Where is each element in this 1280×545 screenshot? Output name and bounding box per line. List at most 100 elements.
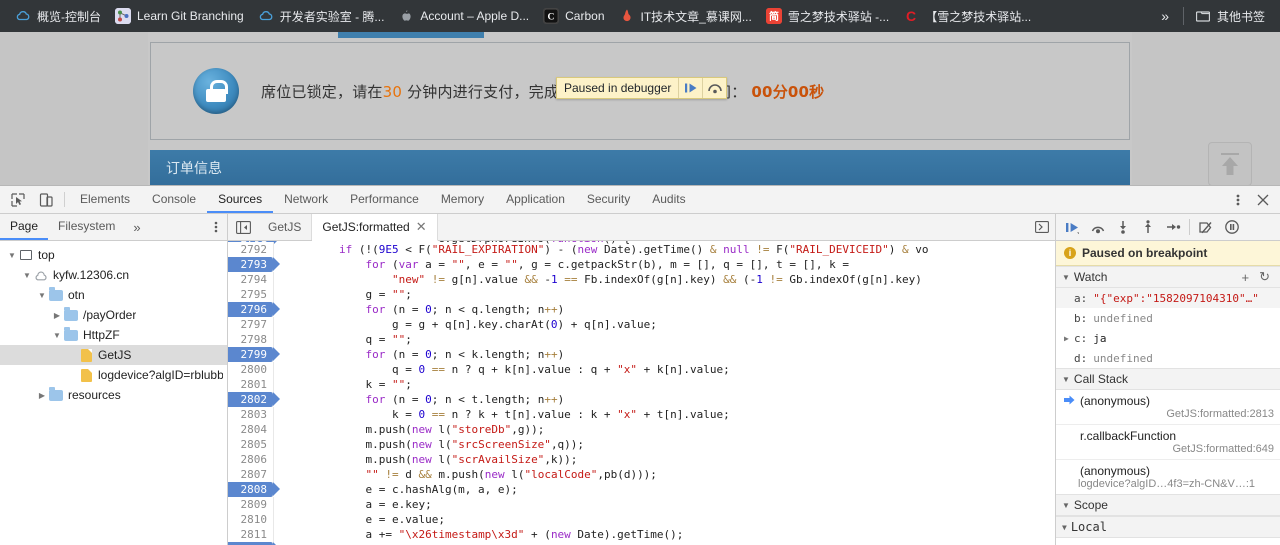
source-tab-getjs-formatted[interactable]: GetJS:formatted ✕: [312, 214, 438, 241]
watch-item[interactable]: ▶ c: ja: [1056, 328, 1280, 348]
current-frame-arrow-icon: [1064, 395, 1075, 408]
devtools-close-icon[interactable]: [1250, 194, 1276, 206]
step-over-next-function-icon[interactable]: [1085, 216, 1110, 238]
call-stack-frame[interactable]: (anonymous) logdevice?algID…4f3=zh-CN&V…:…: [1056, 459, 1280, 494]
tree-item[interactable]: GetJS: [0, 345, 227, 365]
tree-item[interactable]: ▼ HttpZF: [0, 325, 227, 345]
bookmark-item[interactable]: Learn Git Branching: [108, 5, 251, 27]
bookmark-label: Carbon: [565, 9, 605, 23]
bookmark-item[interactable]: C Carbon: [536, 5, 611, 27]
line-number[interactable]: 2811: [228, 527, 274, 542]
breakpoint-line-number[interactable]: 2799: [228, 347, 280, 362]
refresh-watch-button[interactable]: ↻: [1259, 269, 1270, 285]
step-into-next-function-icon[interactable]: [1110, 216, 1135, 238]
toggle-device-toolbar-icon[interactable]: [32, 186, 60, 213]
line-number[interactable]: 2800: [228, 362, 274, 377]
devtools-tab-performance[interactable]: Performance: [339, 186, 430, 213]
watch-section-header[interactable]: ▼ Watch + ↻: [1056, 266, 1280, 288]
step-out-of-function-icon[interactable]: [1135, 216, 1160, 238]
bookmark-item[interactable]: 概览-控制台: [8, 5, 108, 28]
devtools-tab-label: Elements: [80, 191, 131, 206]
bookmark-overflow-button[interactable]: »: [1151, 5, 1179, 27]
bookmark-item[interactable]: C 【雪之梦技术驿站...: [896, 5, 1038, 28]
tree-item[interactable]: ▶ /payOrder: [0, 305, 227, 325]
add-watch-expression-button[interactable]: +: [1242, 270, 1250, 285]
tab-filesystem[interactable]: Filesystem: [48, 214, 125, 240]
tree-item[interactable]: ▼ otn: [0, 285, 227, 305]
line-number[interactable]: 2798: [228, 332, 274, 347]
tree-item[interactable]: ▼ top: [0, 245, 227, 265]
devtools-tab-console[interactable]: Console: [141, 186, 207, 213]
call-stack-list: (anonymous) GetJS:formatted:2813 r.callbac…: [1056, 390, 1280, 494]
tree-item[interactable]: ▶ resources: [0, 385, 227, 405]
breakpoint-line-number[interactable]: 2793: [228, 257, 280, 272]
deactivate-breakpoints-icon[interactable]: [1194, 216, 1219, 238]
watch-item[interactable]: a: "{"exp":"1582097104310"…": [1056, 288, 1280, 308]
scroll-to-top-button[interactable]: [1208, 142, 1252, 185]
code-editor[interactable]: 2791c.getDrpnoreInfo(function() {2792 if…: [228, 241, 1055, 545]
call-stack-frame-name: (anonymous): [1080, 464, 1151, 478]
tree-item-label: HttpZF: [83, 328, 120, 342]
chevron-down-icon[interactable]: ▼: [6, 251, 18, 260]
line-number[interactable]: 2809: [228, 497, 274, 512]
chevron-right-icon[interactable]: ▶: [36, 391, 48, 400]
scope-section-header[interactable]: ▼ Scope: [1056, 494, 1280, 516]
show-navigator-icon[interactable]: [228, 214, 258, 240]
devtools-tab-network[interactable]: Network: [273, 186, 339, 213]
bookmark-item[interactable]: IT技术文章_慕课网...: [612, 5, 759, 28]
chevron-down-icon[interactable]: ▼: [21, 271, 33, 280]
line-number[interactable]: 2804: [228, 422, 274, 437]
source-tab-getjs[interactable]: GetJS: [258, 214, 313, 240]
devtools-more-options-icon[interactable]: [1226, 193, 1250, 207]
local-scope-header[interactable]: ▼ Local: [1056, 516, 1280, 538]
source-tabbar-overflow-icon[interactable]: [1029, 214, 1055, 240]
line-number[interactable]: 2792: [228, 242, 274, 257]
tree-item[interactable]: ▼ kyfw.12306.cn: [0, 265, 227, 285]
chevron-right-icon[interactable]: ▶: [51, 311, 63, 320]
page-tab-strip: [338, 32, 484, 38]
other-bookmarks-button[interactable]: 其他书签: [1188, 5, 1272, 28]
line-number[interactable]: 2794: [228, 272, 274, 287]
line-number[interactable]: 2803: [228, 407, 274, 422]
line-number[interactable]: 2810: [228, 512, 274, 527]
breakpoint-line-number[interactable]: 2802: [228, 392, 280, 407]
line-number[interactable]: 2795: [228, 287, 274, 302]
overlay-step-over-button[interactable]: [702, 78, 726, 98]
chevron-down-icon[interactable]: ▼: [51, 331, 63, 340]
devtools-tab-application[interactable]: Application: [495, 186, 576, 213]
breakpoint-line-number[interactable]: 2796: [228, 302, 280, 317]
devtools-tab-sources[interactable]: Sources: [207, 186, 274, 213]
resume-script-execution-icon[interactable]: [1060, 216, 1085, 238]
tab-page[interactable]: Page: [0, 214, 49, 240]
line-number[interactable]: 2805: [228, 437, 274, 452]
devtools-tab-elements[interactable]: Elements: [69, 186, 141, 213]
bookmark-item[interactable]: Account – Apple D...: [391, 5, 536, 27]
overlay-resume-button[interactable]: [678, 78, 702, 98]
chevron-down-icon[interactable]: ▼: [36, 291, 48, 300]
call-stack-frame[interactable]: (anonymous) GetJS:formatted:2813: [1056, 390, 1280, 424]
close-icon[interactable]: ✕: [416, 219, 427, 235]
inspect-element-icon[interactable]: [4, 186, 32, 213]
bookmark-item[interactable]: 开发者实验室 - 腾...: [251, 5, 392, 28]
devtools-tab-security[interactable]: Security: [576, 186, 641, 213]
devtools-tab-memory[interactable]: Memory: [430, 186, 495, 213]
watch-item[interactable]: d: undefined: [1056, 348, 1280, 368]
watch-item[interactable]: b: undefined: [1056, 308, 1280, 328]
line-number[interactable]: 2807: [228, 467, 274, 482]
navigator-more-options-icon[interactable]: [205, 214, 227, 240]
line-number[interactable]: 2801: [228, 377, 274, 392]
bookmark-label: 【雪之梦技术驿站...: [925, 9, 1032, 24]
line-number[interactable]: 2806: [228, 452, 274, 467]
step-icon[interactable]: [1160, 216, 1185, 238]
call-stack-frame[interactable]: r.callbackFunction GetJS:formatted:649: [1056, 424, 1280, 459]
line-number[interactable]: 2797: [228, 317, 274, 332]
breakpoint-line-number[interactable]: 2808: [228, 482, 280, 497]
bookmark-item[interactable]: 简雪之梦技术驿站 -...: [759, 5, 896, 28]
devtools-tab-audits[interactable]: Audits: [641, 186, 696, 213]
call-stack-section-header[interactable]: ▼ Call Stack: [1056, 368, 1280, 390]
pause-on-exceptions-icon[interactable]: [1219, 216, 1244, 238]
tree-item[interactable]: logdevice?algID=rblubbXD: [0, 365, 227, 385]
navigator-more-tabs-button[interactable]: »: [125, 214, 148, 240]
chevron-right-icon[interactable]: ▶: [1064, 334, 1074, 343]
flame-icon: [619, 8, 635, 24]
